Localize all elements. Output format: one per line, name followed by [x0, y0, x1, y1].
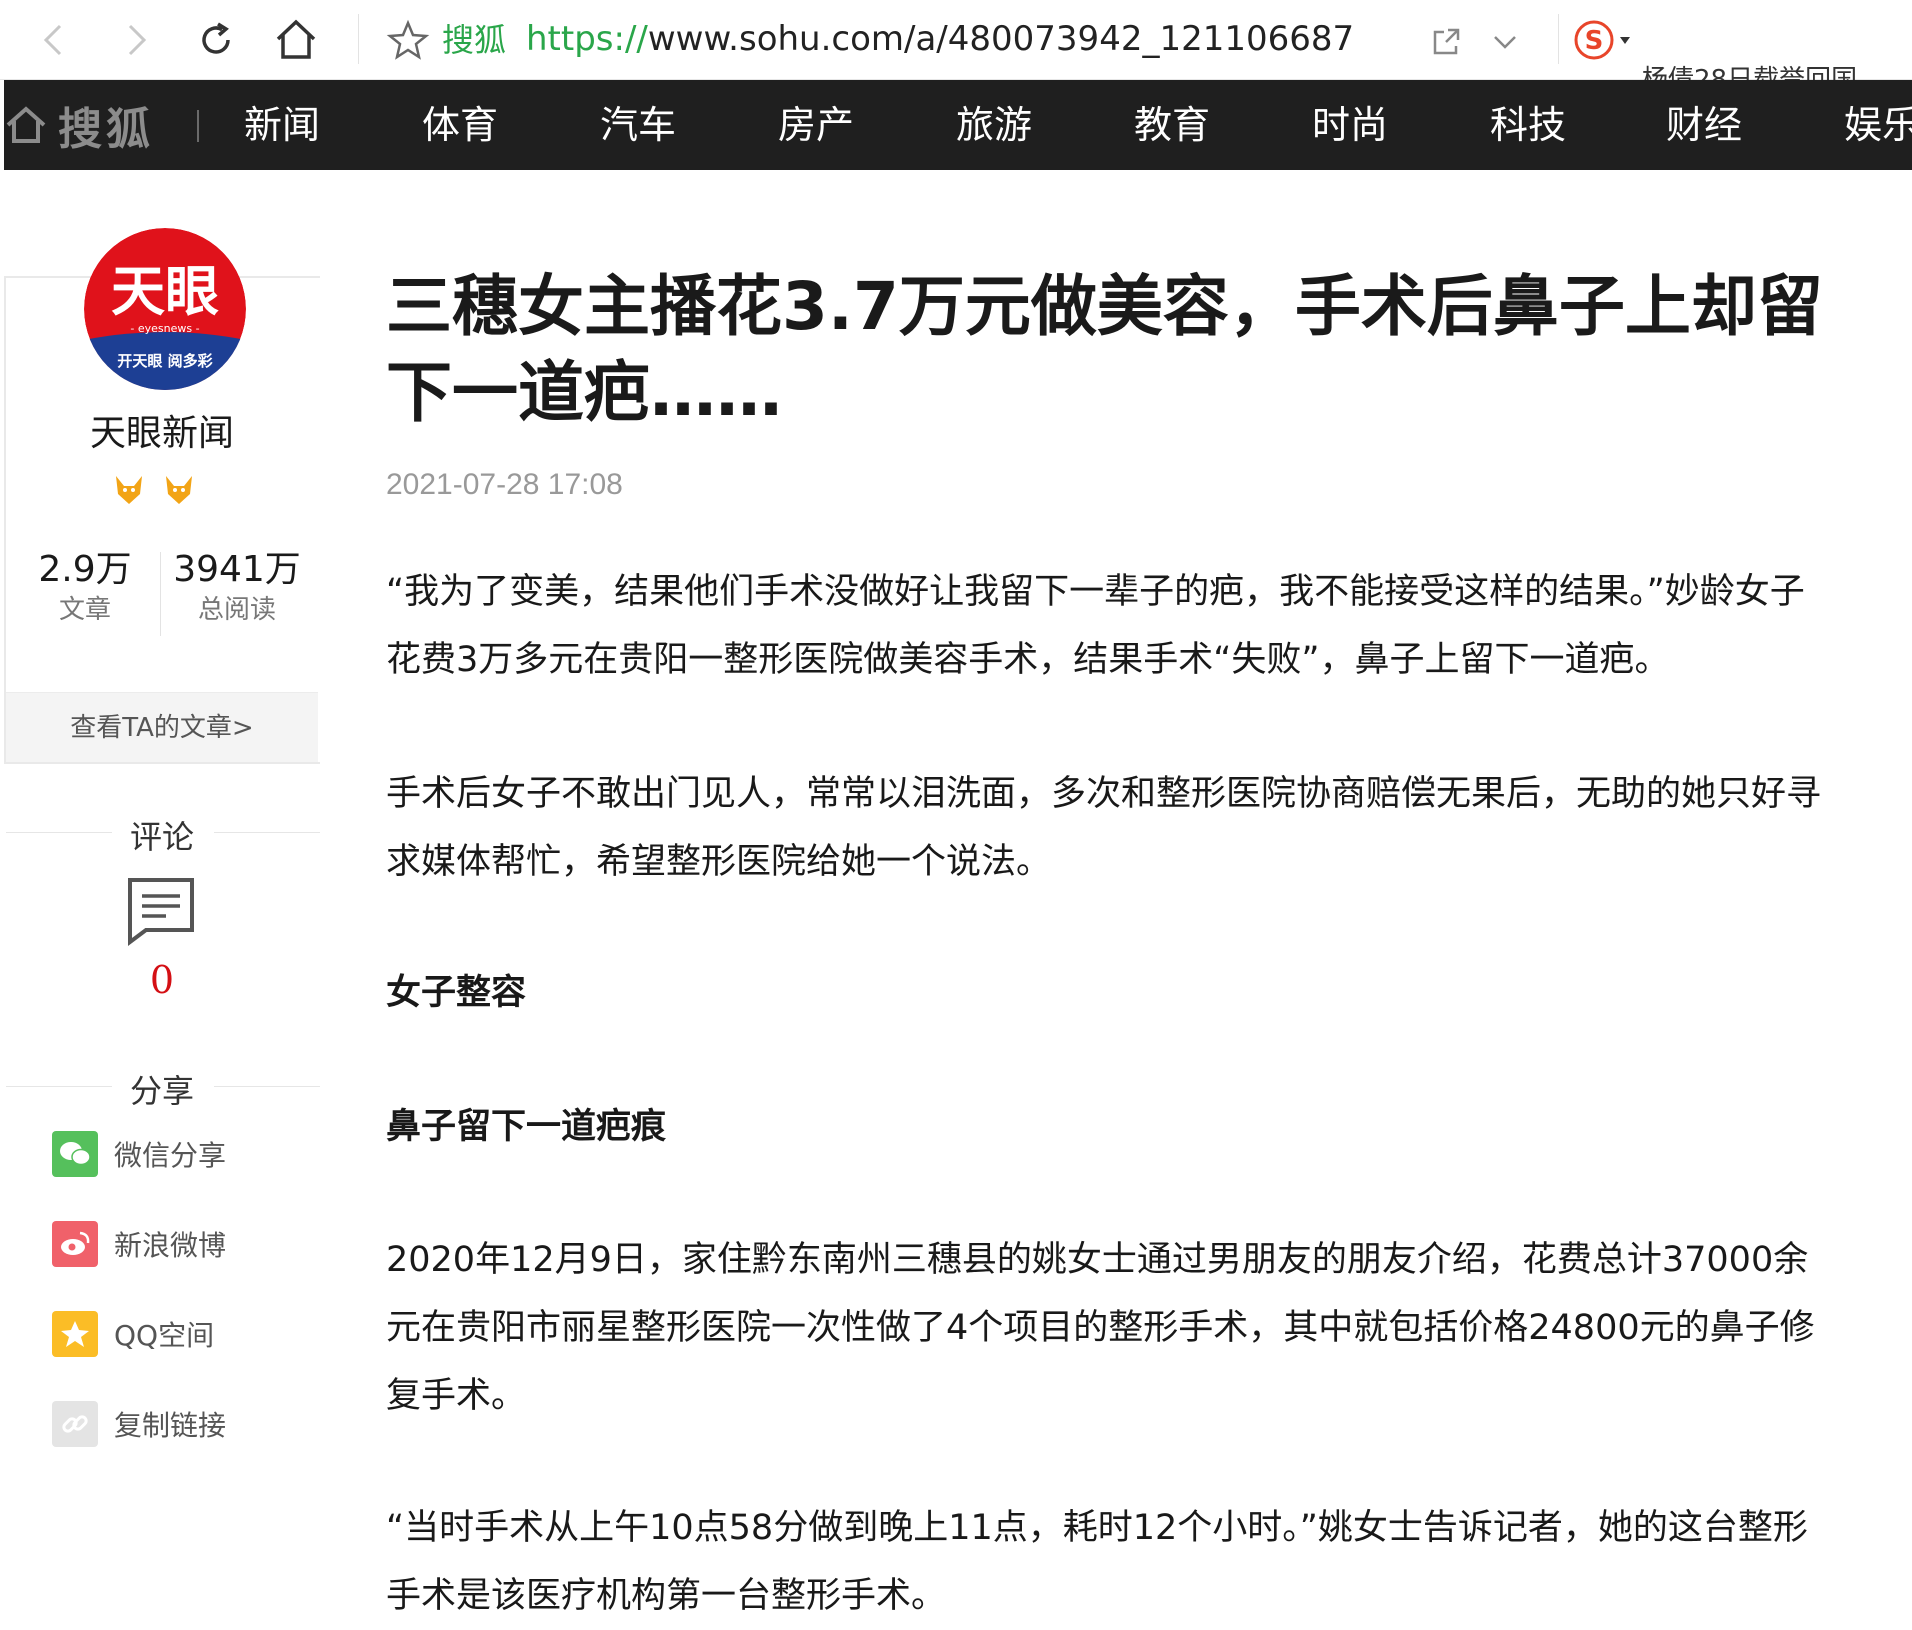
bookmark-star-icon[interactable]	[386, 18, 430, 62]
comment-icon[interactable]	[126, 876, 196, 946]
copy-link-label: 复制链接	[114, 1409, 227, 1442]
svg-text:- eyesnews -: - eyesnews -	[130, 322, 199, 335]
share-page-icon[interactable]	[1430, 24, 1464, 58]
article-paragraph-3: 2020年12月9日，家住黔东南州三穗县的姚女士通过男朋友的朋友介绍，花费总计3…	[386, 1240, 1815, 1416]
nav-item-realestate[interactable]: 房产	[778, 80, 854, 170]
home-icon	[276, 19, 316, 59]
sohu-logo[interactable]: 搜狐	[4, 100, 154, 155]
chevron-left-icon	[43, 24, 62, 56]
article-paragraph-4: “当时手术从上午10点58分做到晚上11点，耗时12个小时。”姚女士告诉记者，她…	[386, 1508, 1808, 1616]
nav-item-travel[interactable]: 旅游	[956, 80, 1032, 170]
reads-count: 3941万	[173, 549, 301, 590]
nav-item-tech[interactable]: 科技	[1490, 80, 1566, 170]
logo-text: 搜狐	[58, 104, 154, 155]
toolbar-separator	[1558, 14, 1559, 64]
reload-icon	[202, 22, 230, 54]
news-ticker[interactable]: 杨倩28日载誉回国	[1642, 60, 1912, 80]
svg-text:开天眼 阅多彩: 开天眼 阅多彩	[117, 352, 212, 370]
author-name[interactable]: 天眼新闻	[4, 410, 320, 458]
nav-item-news[interactable]: 新闻	[244, 80, 320, 170]
nav-item-finance[interactable]: 财经	[1666, 80, 1742, 170]
stat-divider	[160, 552, 161, 636]
articles-label: 文章	[58, 595, 111, 625]
site-label: 搜狐	[442, 21, 507, 59]
comment-count[interactable]: 0	[4, 958, 320, 1002]
weibo-icon	[52, 1221, 98, 1267]
copy-link[interactable]: 复制链接	[52, 1400, 226, 1448]
tianyan-logo: 天眼 - eyesnews - 开天眼 阅多彩	[84, 228, 246, 390]
toolbar-separator	[358, 14, 359, 64]
article-title: 三穗女主播花3.7万元做美容，手术后鼻子上却留下一道疤……	[386, 268, 1823, 431]
article-paragraph-1: “我为了变美，结果他们手术没做好让我留下一辈子的疤，我不能接受这样的结果。”妙龄…	[386, 572, 1805, 680]
home-button[interactable]	[268, 12, 324, 68]
qzone-star-icon	[52, 1311, 98, 1357]
article-subheading-1: 女子整容	[386, 973, 527, 1013]
nav-item-education[interactable]: 教育	[1134, 80, 1210, 170]
article-date: 2021-07-28 17:08	[386, 468, 623, 501]
reads-label: 总阅读	[197, 595, 276, 625]
home-icon	[6, 106, 46, 143]
link-icon	[52, 1401, 98, 1447]
nav-item-fashion[interactable]: 时尚	[1312, 80, 1388, 170]
share-qzone-label: QQ空间	[114, 1319, 215, 1352]
fox-badge-icon	[116, 476, 192, 504]
nav-item-auto[interactable]: 汽车	[600, 80, 676, 170]
articles-stat: 2.9万 文章	[10, 548, 160, 628]
nav-divider	[197, 110, 199, 142]
share-wechat-label: 微信分享	[114, 1139, 227, 1172]
reload-button[interactable]	[188, 12, 244, 68]
url-protocol: https://	[526, 19, 648, 59]
chevron-down-icon[interactable]	[1490, 28, 1520, 56]
wechat-icon	[52, 1131, 98, 1177]
view-articles-link[interactable]: 查看TA的文章>	[6, 692, 318, 762]
share-weibo-label: 新浪微博	[114, 1229, 227, 1262]
svg-text:S: S	[1585, 26, 1604, 56]
share-qzone[interactable]: QQ空间	[52, 1310, 214, 1358]
share-weibo[interactable]: 新浪微博	[52, 1220, 226, 1268]
article-paragraph-2: 手术后女子不敢出门见人，常常以泪洗面，多次和整形医院协商赔偿无果后，无助的她只好…	[386, 774, 1822, 882]
comments-title: 评论	[129, 818, 194, 856]
share-wechat[interactable]: 微信分享	[52, 1130, 226, 1178]
chevron-right-icon	[128, 24, 147, 56]
back-button[interactable]	[26, 12, 82, 68]
forward-button[interactable]	[108, 12, 164, 68]
browser-toolbar: 搜狐 https://www.sohu.com/a/480073942_1211…	[0, 0, 1912, 80]
author-avatar[interactable]: 天眼 - eyesnews - 开天眼 阅多彩	[84, 228, 246, 390]
share-title: 分享	[129, 1072, 194, 1110]
reads-stat: 3941万 总阅读	[162, 548, 312, 628]
svg-text:天眼: 天眼	[111, 260, 219, 323]
address-bar[interactable]: https://www.sohu.com/a/480073942_1211066…	[526, 18, 1354, 60]
article-subheading-2: 鼻子留下一道疤痕	[386, 1107, 667, 1147]
nav-item-sports[interactable]: 体育	[422, 80, 498, 170]
articles-count: 2.9万	[38, 549, 132, 590]
sogou-search-icon[interactable]: S	[1572, 18, 1638, 62]
url-path: www.sohu.com/a/480073942_121106687	[647, 19, 1355, 59]
nav-item-entertainment[interactable]: 娱乐	[1844, 80, 1912, 170]
site-nav: 搜狐 新闻 体育 汽车 房产 旅游 教育 时尚 科技 财经 娱乐	[4, 80, 1912, 170]
